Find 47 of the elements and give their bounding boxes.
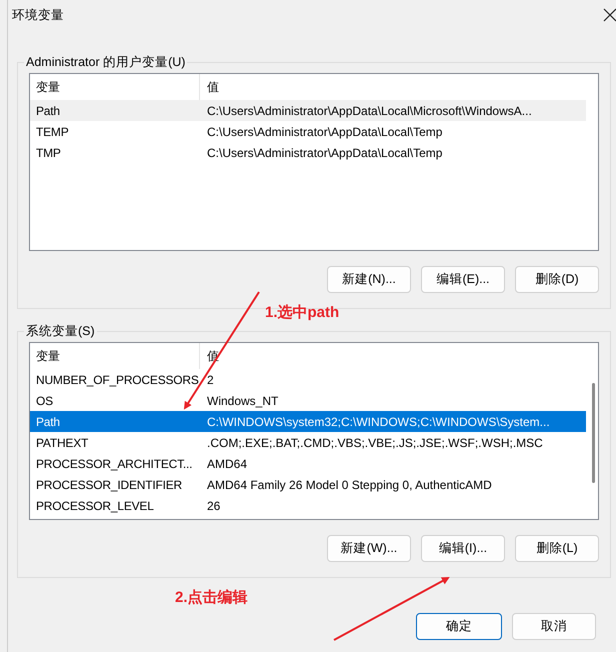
close-icon[interactable] [603,8,616,22]
list-row[interactable]: TEMP C:\Users\Administrator\AppData\Local\Temp [30,121,586,142]
variable-name: OS [35,392,54,410]
list-row[interactable]: PATHEXT .COM;.EXE;.BAT;.CMD;.VBS;.VBE;.JS;.JSE;.WSF;.WSH;.MSC [30,432,586,453]
ok-button[interactable]: 确定 [416,613,502,640]
variable-value: C:\Users\Administrator\AppData\Local\Temp [206,124,444,140]
variable-value: C:\WINDOWS\system32;C:\WINDOWS;C:\WINDOWS\System... [206,414,551,430]
list-row[interactable]: PROCESSOR_ARCHITECT... AMD64 [30,453,586,474]
variable-value: 2 [206,372,215,388]
action-button[interactable]: 编辑(E)... [421,266,505,293]
variable-name: PROCESSOR_LEVEL [35,498,155,514]
group-title: 系统变量(S) [24,323,97,339]
variable-name: PROCESSOR_IDENTIFIER [35,476,184,494]
action-button[interactable]: 编辑(I)... [421,535,505,562]
variable-name: PROCESSOR_ARCHITECT... [35,456,194,472]
variable-name: TMP [35,144,62,162]
variable-name: NUMBER_OF_PROCESSORS [35,372,200,388]
cancel-button[interactable]: 取消 [512,613,596,640]
variable-name: Path [35,102,61,120]
variable-value: .COM;.EXE;.BAT;.CMD;.VBS;.VBE;.JS;.JSE;.WSF;.WSH;.MSC [206,434,544,452]
list-row[interactable]: Path C:\Users\Administrator\AppData\Local\Microsoft\WindowsA... [30,100,586,121]
action-button[interactable]: 新建(N)... [327,266,411,293]
variable-value: AMD64 [206,456,248,472]
action-button[interactable]: 新建(W)... [327,535,411,562]
list-row[interactable]: NUMBER_OF_PROCESSORS 2 [30,369,586,390]
annotation-text: 1.选中path [265,303,340,323]
list-row[interactable]: PROCESSOR_LEVEL 26 [30,495,586,516]
list-row[interactable]: TMP C:\Users\Administrator\AppData\Local\Temp [30,142,586,163]
annotation-text: 2.点击编辑 [175,588,248,608]
action-button[interactable]: 删除(D) [515,266,599,293]
list-row[interactable]: Path C:\WINDOWS\system32;C:\WINDOWS;C:\WINDOWS\System... [30,411,586,432]
variable-name: Path [35,414,61,430]
list-row[interactable]: OS Windows_NT [30,390,586,411]
column-header[interactable]: 变量 [30,343,200,369]
variable-name: TEMP [35,124,70,140]
action-button[interactable]: 删除(L) [515,535,599,562]
variable-value: 26 [206,498,222,514]
variable-value: C:\Users\Administrator\AppData\Local\Temp [206,144,444,162]
column-header[interactable]: 值 [200,78,586,96]
scrollbar-thumb[interactable] [592,383,595,483]
window-title: 环境变量 [12,6,64,24]
group-title: Administrator 的用户变量(U) [24,54,188,70]
variable-name: PATHEXT [35,434,90,452]
variable-value: C:\Users\Administrator\AppData\Local\Microsoft\WindowsA... [206,102,533,120]
list-row[interactable]: PROCESSOR_IDENTIFIER AMD64 Family 26 Model 0 Stepping 0, AuthenticAMD [30,474,586,495]
variable-value: Windows_NT [206,392,280,410]
variable-value: AMD64 Family 26 Model 0 Stepping 0, AuthenticAMD [206,476,493,494]
